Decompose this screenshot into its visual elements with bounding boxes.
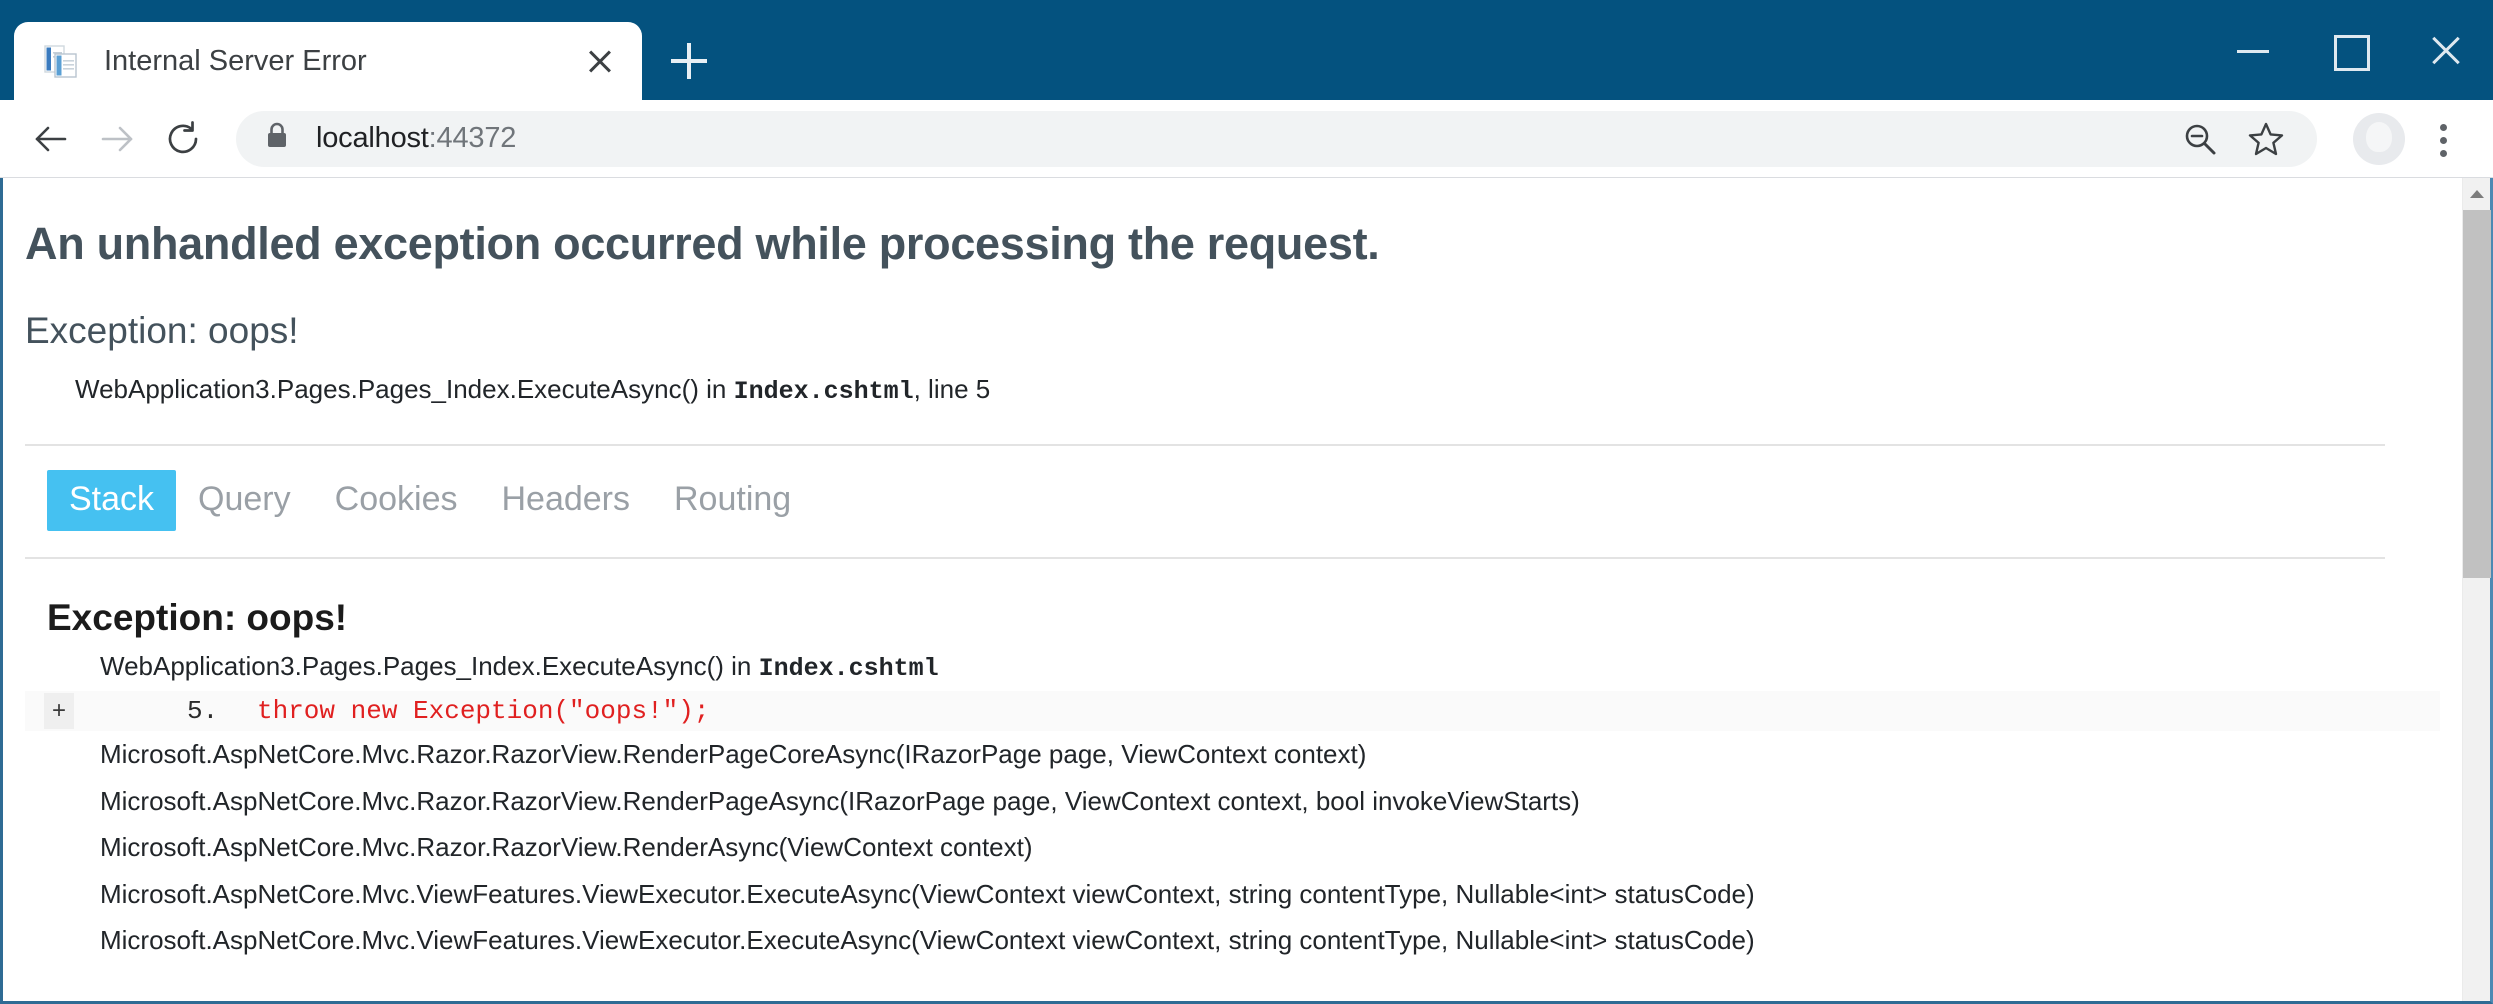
chevron-up-icon[interactable]	[2463, 178, 2490, 208]
stack-frame[interactable]: Microsoft.AspNetCore.Mvc.Razor.RazorView…	[100, 824, 2440, 871]
tab-query[interactable]: Query	[176, 470, 313, 531]
vertical-scrollbar[interactable]	[2462, 178, 2491, 1001]
origin-frame: WebApplication3.Pages.Pages_Index.Execut…	[75, 374, 2440, 406]
tab-stack[interactable]: Stack	[47, 470, 177, 531]
document-icon	[44, 44, 78, 78]
new-tab-button[interactable]	[658, 30, 720, 92]
maximize-icon[interactable]	[2301, 0, 2397, 100]
stack-heading: Exception: oops!	[47, 597, 348, 638]
origin-frame-prefix: WebApplication3.Pages.Pages_Index.Execut…	[75, 374, 734, 404]
origin-frame-file: Index.cshtml	[733, 377, 914, 406]
stack-frame-file: Index.cshtml	[758, 654, 939, 683]
tab-title: Internal Server Error	[104, 44, 367, 77]
omnibox-actions	[2167, 106, 2299, 172]
page-viewport: An unhandled exception occurred while pr…	[0, 178, 2493, 1004]
stack-frame[interactable]: Microsoft.AspNetCore.Mvc.Razor.RazorView…	[100, 731, 2440, 778]
title-bar: Internal Server Error	[0, 0, 2493, 100]
stack-frame-list: WebApplication3.Pages.Pages_Index.Execut…	[25, 643, 2440, 964]
exception-subtitle: Exception: oops!	[25, 310, 299, 351]
close-icon[interactable]	[580, 41, 620, 81]
lock-icon[interactable]	[264, 121, 290, 156]
divider	[25, 444, 2385, 446]
forward-arrow-icon[interactable]	[84, 106, 150, 172]
minimize-icon[interactable]	[2205, 0, 2301, 100]
tab-strip: Internal Server Error	[0, 0, 720, 100]
origin-frame-suffix: , line 5	[913, 374, 991, 404]
code-line-number: 5.	[187, 696, 219, 727]
stack-frame[interactable]: WebApplication3.Pages.Pages_Index.Execut…	[100, 643, 2440, 691]
divider	[25, 557, 2385, 559]
back-arrow-icon[interactable]	[18, 106, 84, 172]
close-window-icon[interactable]	[2397, 0, 2493, 100]
error-page: An unhandled exception occurred while pr…	[3, 178, 2462, 1001]
tab-cookies[interactable]: Cookies	[313, 470, 480, 531]
star-icon[interactable]	[2233, 106, 2299, 172]
stack-frame[interactable]: Microsoft.AspNetCore.Mvc.ViewFeatures.Vi…	[100, 871, 2440, 918]
stack-frame[interactable]: Microsoft.AspNetCore.Mvc.Razor.RazorView…	[100, 778, 2440, 825]
scrollbar-thumb[interactable]	[2463, 210, 2491, 578]
url-text: localhost:44372	[316, 122, 516, 155]
zoom-out-icon[interactable]	[2167, 106, 2233, 172]
address-bar[interactable]: localhost:44372	[236, 110, 2317, 167]
browser-toolbar: localhost:44372	[0, 100, 2493, 178]
url-port: :44372	[428, 122, 517, 154]
tab-routing[interactable]: Routing	[652, 470, 813, 531]
stack-frame[interactable]: Microsoft.AspNetCore.Mvc.ViewFeatures.Vi…	[100, 917, 2440, 964]
expand-toggle-button[interactable]: +	[44, 693, 74, 730]
stack-frame-prefix: WebApplication3.Pages.Pages_Index.Execut…	[100, 651, 759, 681]
url-host: localhost	[316, 122, 429, 154]
avatar-icon[interactable]	[2353, 112, 2405, 165]
three-dots-icon[interactable]	[2415, 106, 2471, 172]
window-controls	[2205, 0, 2493, 100]
reload-icon[interactable]	[150, 106, 216, 172]
page-title: An unhandled exception occurred while pr…	[25, 218, 1380, 269]
page-tabs: Stack Query Cookies Headers Routing	[47, 470, 2440, 531]
code-line-text: throw new Exception("oops!");	[257, 696, 710, 727]
browser-tab[interactable]: Internal Server Error	[14, 22, 642, 100]
browser-window: Internal Server Error localhost:44372 An…	[0, 0, 2493, 1004]
code-snippet-line: + 5. throw new Exception("oops!");	[25, 691, 2440, 732]
tab-headers[interactable]: Headers	[479, 470, 652, 531]
